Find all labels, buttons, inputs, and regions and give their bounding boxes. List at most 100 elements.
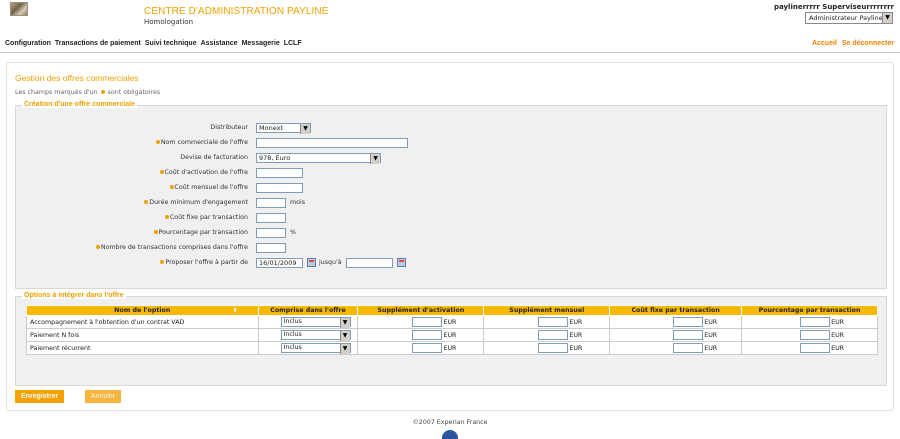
required-icon <box>144 200 149 204</box>
options-legend: Options à intégrer dans l'offre <box>22 292 126 299</box>
page-title: Gestion des offres commerciales <box>15 73 139 83</box>
chevron-down-icon[interactable]: ▼ <box>339 318 350 328</box>
currency-unit: EUR <box>569 344 583 352</box>
calendar-icon[interactable] <box>397 258 406 267</box>
amount-cell: EUR <box>357 315 485 329</box>
amount-input[interactable] <box>800 330 831 340</box>
logout-link[interactable]: Se déconnecter <box>842 40 894 47</box>
navbar: Configuration Transactions de paiement S… <box>0 36 900 53</box>
amount-input[interactable] <box>538 317 569 327</box>
included-value: Inclus <box>283 331 302 338</box>
monthly-cost-input[interactable] <box>256 183 303 193</box>
from-label-text: Proposer l'offre à partir de <box>165 259 248 266</box>
nav-messagerie[interactable]: Messagerie <box>242 40 280 47</box>
chevron-down-icon[interactable]: ▼ <box>882 13 892 23</box>
nav-assistance[interactable]: Assistance <box>201 40 238 47</box>
amount-cell: EUR <box>483 341 611 355</box>
role-select[interactable]: Administrateur Payline ▼ <box>805 12 893 24</box>
app-subtitle: Homologation <box>144 18 194 26</box>
start-date-input[interactable]: 16/01/2009 <box>256 258 303 268</box>
sort-icon[interactable]: ⬍ <box>232 307 237 314</box>
amount-cell: EUR <box>741 328 878 342</box>
duration-unit: mois <box>290 199 306 206</box>
create-offer-fieldset: Création d'une offre commerciale Distrib… <box>15 101 887 289</box>
nav-lclf[interactable]: LCLF <box>284 40 302 47</box>
percent-label: Pourcentage par transaction <box>153 229 248 236</box>
required-note-before: Les champs marqués d'un <box>15 89 98 96</box>
footer-logo <box>442 430 458 439</box>
amount-input[interactable] <box>412 330 443 340</box>
chevron-down-icon[interactable]: ▼ <box>339 331 350 341</box>
calendar-icon[interactable] <box>307 258 316 267</box>
amount-input[interactable] <box>412 317 443 327</box>
chevron-down-icon[interactable]: ▼ <box>300 124 310 134</box>
chevron-down-icon[interactable]: ▼ <box>370 154 380 164</box>
currency-unit: EUR <box>569 331 583 339</box>
monthly-label: Coût mensuel de l'offre <box>169 184 248 191</box>
transaction-count-input[interactable] <box>256 243 286 253</box>
home-link[interactable]: Accueil <box>812 40 837 47</box>
distributor-select[interactable]: Monext ▼ <box>256 123 311 134</box>
table-row: Paiement N fois Inclus ▼ EUR EUR EUR EUR <box>26 328 878 342</box>
column-header-option[interactable]: Nom de l'option ⬍ <box>26 305 259 316</box>
table-row: Paiement récurrent Inclus ▼ EUR EUR EUR EUR <box>26 341 878 355</box>
footer-copyright: ©2007 Experian France <box>412 419 488 426</box>
header: CENTRE D'ADMINISTRATION PAYLINE Homologa… <box>0 0 900 34</box>
required-icon <box>160 260 165 264</box>
amount-input[interactable] <box>538 343 569 353</box>
fixed-cost-input[interactable] <box>256 213 286 223</box>
activation-cost-input[interactable] <box>256 168 303 178</box>
app-title: CENTRE D'ADMINISTRATION PAYLINE <box>144 6 329 17</box>
column-header-included: Comprise dans l'offre <box>257 305 359 316</box>
monthly-label-text: Coût mensuel de l'offre <box>174 184 248 191</box>
row-fixed: Coût fixe par transaction <box>16 213 886 225</box>
amount-input[interactable] <box>673 317 704 327</box>
amount-input[interactable] <box>412 343 443 353</box>
included-select[interactable]: Inclus ▼ <box>280 317 351 328</box>
included-select[interactable]: Inclus ▼ <box>280 330 351 341</box>
amount-cell: EUR <box>609 341 743 355</box>
amount-input[interactable] <box>800 317 831 327</box>
row-percent: Pourcentage par transaction % <box>16 228 886 240</box>
user-name: paylinerrrrr Superviseurrrrrrrr <box>773 3 894 11</box>
currency-unit: EUR <box>704 331 718 339</box>
column-header-fixed: Coût fixe par transaction <box>609 305 743 316</box>
currency-select[interactable]: 978, Euro ▼ <box>256 153 381 164</box>
amount-cell: EUR <box>357 341 485 355</box>
currency-unit: EUR <box>704 344 718 352</box>
currency-unit: EUR <box>443 331 457 339</box>
column-header-monthly: Supplément mensuel <box>483 305 611 316</box>
cancel-button[interactable]: Annuler <box>85 390 122 403</box>
distributor-value: Monext <box>259 124 283 132</box>
count-label-text: Nombre de transactions comprises dans l'… <box>100 244 248 251</box>
end-date-input[interactable] <box>346 258 393 268</box>
amount-input[interactable] <box>800 343 831 353</box>
amount-input[interactable] <box>673 343 704 353</box>
percent-label-text: Pourcentage par transaction <box>158 229 248 236</box>
currency-value: 978, Euro <box>259 154 291 162</box>
from-label: Proposer l'offre à partir de <box>159 259 248 266</box>
nav-suivi-technique[interactable]: Suivi technique <box>145 40 197 47</box>
nav-transactions[interactable]: Transactions de paiement <box>55 40 141 47</box>
required-icon <box>169 185 174 189</box>
save-button[interactable]: Enregistrer <box>15 390 65 403</box>
row-activation: Coût d'activation de l'offre <box>16 168 886 180</box>
duration-input[interactable] <box>256 198 286 208</box>
fixed-label: Coût fixe par transaction <box>164 214 248 221</box>
chevron-down-icon[interactable]: ▼ <box>339 344 350 354</box>
duration-label-text: Durée minimum d'engagement <box>149 199 248 206</box>
offer-name-input[interactable] <box>256 138 408 148</box>
nav-configuration[interactable]: Configuration <box>5 40 51 47</box>
amount-input[interactable] <box>673 330 704 340</box>
until-label: jusqu'à <box>319 259 342 266</box>
table-row: Accompagnement à l'obtention d'un contra… <box>26 315 878 329</box>
percent-input[interactable] <box>256 228 286 238</box>
included-select[interactable]: Inclus ▼ <box>280 343 351 354</box>
amount-cell: EUR <box>609 315 743 329</box>
duration-label: Durée minimum d'engagement <box>143 199 248 206</box>
amount-input[interactable] <box>538 330 569 340</box>
create-offer-legend: Création d'une offre commerciale <box>22 101 137 108</box>
column-header-option-text: Nom de l'option <box>114 307 171 314</box>
row-currency: Devise de facturation 978, Euro ▼ <box>16 153 886 165</box>
row-monthly: Coût mensuel de l'offre <box>16 183 886 195</box>
